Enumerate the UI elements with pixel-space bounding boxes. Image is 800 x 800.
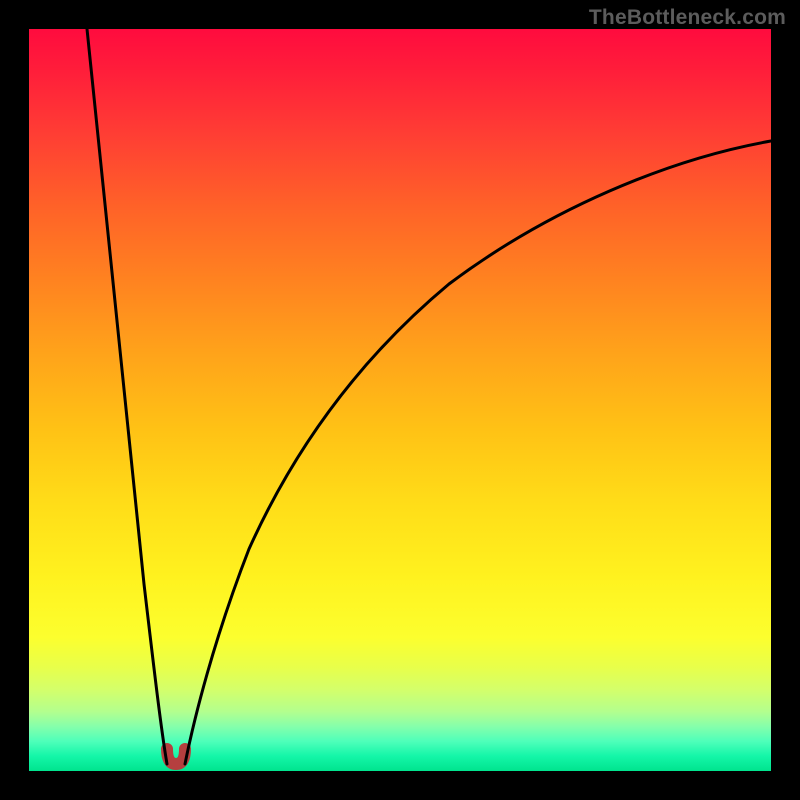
valley-marker-path [167,749,185,764]
plot-area [29,29,771,771]
left-branch-path [87,29,167,764]
bottleneck-curve [29,29,771,771]
right-branch-path [185,141,771,764]
watermark-text: TheBottleneck.com [589,6,786,30]
chart-frame: TheBottleneck.com [0,0,800,800]
